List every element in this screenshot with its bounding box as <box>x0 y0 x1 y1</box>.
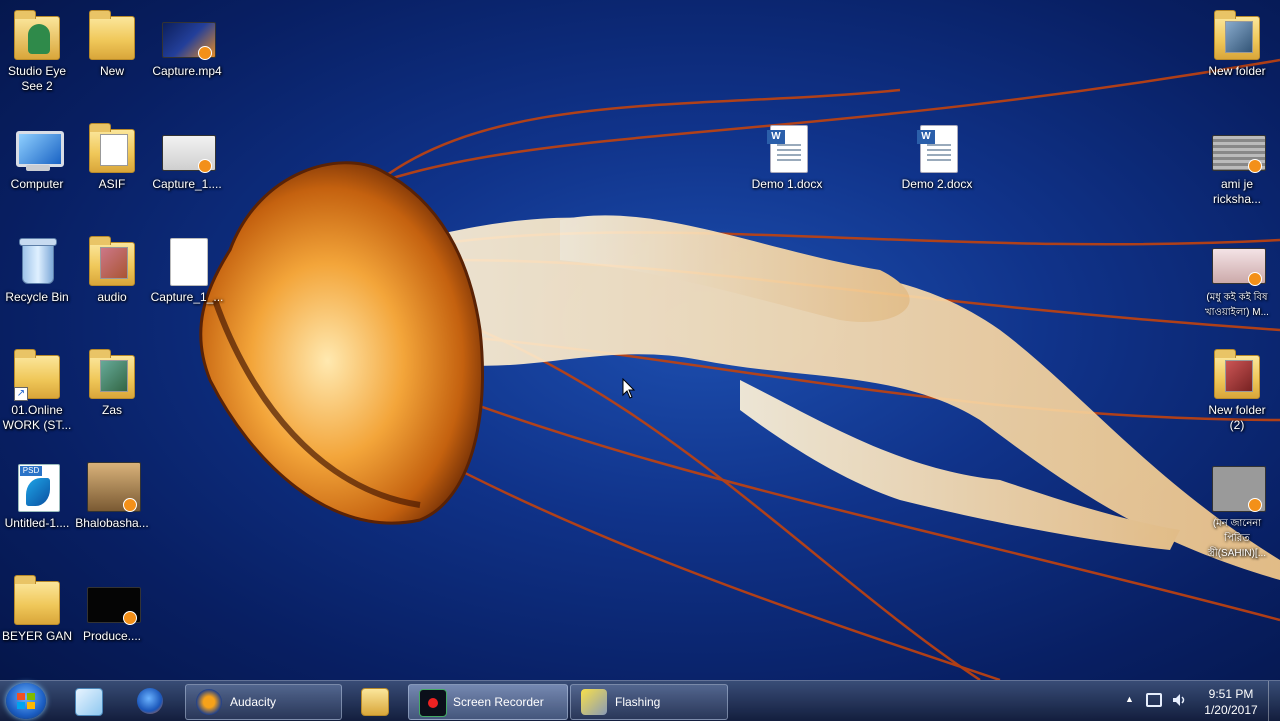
word-doc-icon: W <box>910 121 964 175</box>
video-icon <box>1210 234 1266 288</box>
icon-label: Demo 2.docx <box>901 177 973 191</box>
icon-label: New <box>99 64 124 78</box>
system-clock[interactable]: 9:51 PM 1/20/2017 <box>1196 686 1266 718</box>
desktop-icon-audio[interactable]: audio <box>75 228 149 328</box>
icon-label: Bhalobasha... <box>75 516 149 530</box>
icon-label: Capture_1.... <box>152 177 222 191</box>
recycle-bin-icon <box>10 234 64 288</box>
file-icon <box>160 234 214 288</box>
icon-label: New folder <box>1208 64 1266 78</box>
task-label: Flashing <box>615 695 661 709</box>
desktop-icon-beyer-gan[interactable]: BEYER GAN <box>0 567 74 667</box>
desktop-icon-recycle-bin[interactable]: Recycle Bin <box>0 228 74 328</box>
shortcut-folder-icon: ↗ <box>10 347 64 401</box>
taskbar-button-screen-recorder[interactable]: Screen Recorder <box>408 684 568 720</box>
video-icon <box>85 573 141 627</box>
icon-label: Capture.mp4 <box>152 64 222 78</box>
desktop-icon-studio-eye-see-2[interactable]: Studio Eye See 2 <box>0 2 74 102</box>
show-desktop-button[interactable] <box>1268 681 1280 721</box>
taskbar-button-flashing[interactable]: Flashing <box>570 684 728 720</box>
feather-icon <box>75 688 103 716</box>
video-icon <box>160 8 216 62</box>
icon-label: Studio Eye See 2 <box>7 64 67 93</box>
desktop-icon-asif[interactable]: ASIF <box>75 115 149 215</box>
desktop-icon-produce[interactable]: Produce.... <box>75 567 149 667</box>
desktop-icon-untitled-psd[interactable]: PSD Untitled-1.... <box>0 454 74 554</box>
folder-icon <box>1210 8 1264 62</box>
icon-label: 01.Online WORK (ST... <box>2 403 72 432</box>
recorder-icon <box>419 689 447 717</box>
icon-label: ASIF <box>98 177 126 191</box>
folder-icon <box>85 8 139 62</box>
pinned-photoshop[interactable] <box>62 684 114 718</box>
video-icon <box>85 460 141 514</box>
desktop-icon-bhalobasha[interactable]: Bhalobasha... <box>75 454 149 554</box>
desktop-icon-new-folder[interactable]: New <box>75 2 149 102</box>
start-button[interactable] <box>6 683 46 719</box>
pinned-explorer[interactable] <box>348 684 400 718</box>
clock-date: 1/20/2017 <box>1204 703 1258 717</box>
icon-label: New folder (2) <box>1208 403 1266 432</box>
taskbar-button-audacity[interactable]: Audacity <box>185 684 342 720</box>
desktop-icon-zas[interactable]: Zas <box>75 341 149 441</box>
windows-logo-icon <box>17 693 35 709</box>
clock-time: 9:51 PM <box>1208 687 1254 701</box>
icon-label: BEYER GAN <box>1 629 73 643</box>
icon-label: ami je ricksha... <box>1212 177 1261 206</box>
icon-label: (মধু কই কই বিষ খাওয়াইলা) M... <box>1205 292 1269 318</box>
desktop-icon-online-work[interactable]: ↗ 01.Online WORK (ST... <box>0 341 74 441</box>
network-icon[interactable] <box>1146 693 1162 707</box>
task-label: Audacity <box>230 695 277 709</box>
folder-icon <box>85 234 139 288</box>
folder-icon <box>10 573 64 627</box>
icon-label: audio <box>97 290 127 304</box>
app-icon <box>10 8 64 62</box>
icon-label: Produce.... <box>82 629 142 643</box>
folder-icon <box>85 347 139 401</box>
video-icon <box>1210 460 1266 514</box>
headphones-icon <box>196 689 222 715</box>
icon-label: Demo 1.docx <box>751 177 823 191</box>
icon-label: Recycle Bin <box>5 290 69 304</box>
video-icon <box>160 121 216 175</box>
folder-icon <box>85 121 139 175</box>
desktop-icon-demo-2-docx[interactable]: W Demo 2.docx <box>900 115 974 215</box>
task-label: Screen Recorder <box>453 695 544 709</box>
desktop-icon-capture-mp4[interactable]: Capture.mp4 <box>150 2 224 102</box>
icon-label: Untitled-1.... <box>4 516 70 530</box>
psd-file-icon: PSD <box>10 460 64 514</box>
video-icon <box>1210 121 1266 175</box>
folder-icon <box>1210 347 1264 401</box>
desktop-icon-modhu-koi-koi[interactable]: (মধু কই কই বিষ খাওয়াইলা) M... <box>1200 228 1274 328</box>
pinned-firefox[interactable] <box>124 684 176 718</box>
word-doc-icon: W <box>760 121 814 175</box>
desktop-icon-ami-je-ricksha[interactable]: ami je ricksha... <box>1200 115 1274 215</box>
firefox-icon <box>137 688 163 714</box>
mouse-cursor-icon <box>622 378 636 399</box>
icon-label: Zas <box>101 403 122 417</box>
volume-icon[interactable] <box>1171 692 1187 708</box>
desktop-icon-capture-1[interactable]: Capture_1.... <box>150 115 224 215</box>
computer-icon <box>10 121 64 175</box>
desktop-icon-capture-1-file[interactable]: Capture_1_... <box>150 228 224 328</box>
icon-label: (মন জানেনা পিরিত স্ত্রী(SAHIN)[... <box>1207 518 1267 559</box>
desktop-wallpaper <box>199 58 1280 680</box>
flashing-icon <box>581 689 607 715</box>
desktop-icon-computer[interactable]: Computer <box>0 115 74 215</box>
desktop-icon-new-folder-2[interactable]: New folder (2) <box>1200 341 1274 441</box>
taskbar: Audacity Screen Recorder Flashing ▲ 9:51… <box>0 680 1280 721</box>
show-hidden-icons-arrow[interactable]: ▲ <box>1125 694 1134 704</box>
folder-icon <box>361 688 389 716</box>
icon-label: Computer <box>10 177 64 191</box>
icon-label: Capture_1_... <box>150 290 224 304</box>
desktop-icon-demo-1-docx[interactable]: W Demo 1.docx <box>750 115 824 215</box>
desktop-icon-mon-janena[interactable]: (মন জানেনা পিরিত স্ত্রী(SAHIN)[... <box>1200 454 1274 559</box>
desktop-icon-new-folder-right[interactable]: New folder <box>1200 2 1274 102</box>
